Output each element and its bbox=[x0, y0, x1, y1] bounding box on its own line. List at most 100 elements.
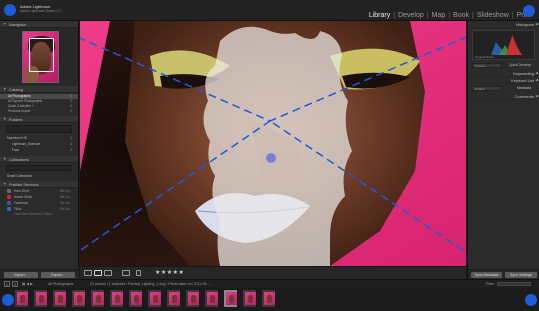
module-slideshow[interactable]: Slideshow bbox=[475, 12, 511, 19]
thumbnail-image bbox=[55, 292, 66, 305]
service-label: Adobe Stock bbox=[14, 195, 33, 199]
keywording-title: Keywording bbox=[513, 71, 534, 76]
thumbnail-image bbox=[264, 292, 275, 305]
thumbnail-image bbox=[207, 292, 218, 305]
filmstrip-thumbnail[interactable] bbox=[204, 289, 219, 308]
identity-plate: Adobe Lightroom Adobe Lightroom Classic … bbox=[0, 0, 539, 21]
people-view-icon[interactable] bbox=[136, 270, 141, 276]
facebook-icon bbox=[7, 201, 11, 205]
filmstrip-thumbnail[interactable] bbox=[90, 289, 105, 308]
compare-view-icon[interactable] bbox=[104, 270, 112, 276]
keyword-list-header[interactable]: Keyword List ◀ bbox=[468, 77, 539, 84]
filmstrip-thumbnail[interactable] bbox=[33, 289, 48, 308]
thumbnail-image bbox=[93, 292, 104, 305]
metadata-title[interactable]: Metadata bbox=[517, 85, 531, 92]
filmstrip-thumbnail[interactable] bbox=[261, 289, 276, 308]
catalog-item-label: Quick Collection + bbox=[8, 104, 34, 108]
portrait-photo[interactable] bbox=[80, 21, 466, 266]
folders-header[interactable]: ▼ Folders bbox=[0, 116, 78, 123]
catalog-header[interactable]: ▼ Catalog bbox=[0, 86, 78, 93]
filmstrip-thumbnail[interactable] bbox=[185, 289, 200, 308]
corner-marker bbox=[525, 294, 537, 306]
find-more-services-link[interactable]: Find More Services Online... bbox=[0, 212, 78, 217]
module-develop[interactable]: Develop bbox=[396, 12, 426, 19]
service-label: Facebook bbox=[14, 201, 28, 205]
quick-develop-row: Custom Quick Develop bbox=[472, 62, 535, 69]
corner-marker bbox=[4, 4, 16, 16]
filmstrip-thumbnail[interactable] bbox=[109, 289, 124, 308]
left-panel-footer: Import... Export... bbox=[0, 269, 79, 279]
corner-marker bbox=[2, 294, 14, 306]
catalog-item-label: All Synced Photographs bbox=[8, 99, 43, 103]
hard-drive-icon bbox=[7, 189, 11, 193]
star-rating[interactable]: ★★★★★ bbox=[155, 269, 184, 277]
filter-select[interactable] bbox=[497, 282, 531, 286]
comments-header[interactable]: Comments ◀ bbox=[468, 93, 539, 100]
thumbnail-image bbox=[36, 292, 47, 305]
histogram[interactable]: Original Photo bbox=[472, 30, 535, 60]
center-point bbox=[266, 153, 276, 163]
loupe-view[interactable] bbox=[80, 21, 466, 266]
collapse-triangle-icon: ▼ bbox=[3, 87, 7, 91]
left-panel: ▼ Navigator ▼ Catalog All Photographs 4 All… bbox=[0, 21, 79, 279]
navigator-header[interactable]: ▼ Navigator bbox=[0, 21, 78, 28]
thumbnail-image bbox=[150, 292, 161, 305]
filmstrip-thumbnail[interactable] bbox=[166, 289, 181, 308]
navigator-view-frame[interactable] bbox=[29, 38, 54, 72]
module-book[interactable]: Book bbox=[451, 12, 471, 19]
brand-subtitle: Adobe Lightroom Classic CC bbox=[20, 9, 61, 13]
filmstrip[interactable] bbox=[0, 287, 539, 311]
histogram-original-label: Original Photo bbox=[475, 55, 495, 59]
filmstrip-thumbnail[interactable] bbox=[71, 289, 86, 308]
catalog-title: Catalog bbox=[9, 87, 23, 92]
publish-services-title: Publish Services bbox=[9, 182, 39, 187]
selection-mask[interactable] bbox=[203, 26, 352, 266]
saved-preset-select[interactable]: Custom bbox=[472, 63, 502, 68]
module-library[interactable]: Library bbox=[367, 12, 392, 19]
navigator-thumbnail[interactable] bbox=[22, 31, 59, 83]
collapse-triangle-icon: ▼ bbox=[3, 182, 7, 186]
service-label: Flickr bbox=[14, 207, 22, 211]
sync-settings-button[interactable]: Sync Settings bbox=[505, 272, 537, 278]
filmstrip-thumbnail[interactable] bbox=[242, 289, 257, 308]
catalog-item-previous-import[interactable]: Previous Import 4 bbox=[0, 109, 78, 114]
histogram-header[interactable]: Histogram ◀ bbox=[468, 21, 539, 28]
filmstrip-thumbnail[interactable] bbox=[223, 289, 238, 308]
filmstrip-thumbnail[interactable] bbox=[52, 289, 67, 308]
thumbnail-image bbox=[74, 292, 85, 305]
histogram-title: Histogram bbox=[515, 22, 534, 27]
collections-filter-box[interactable] bbox=[6, 165, 72, 171]
collapse-triangle-icon: ▼ bbox=[3, 22, 7, 26]
thumbnail-image bbox=[188, 292, 199, 305]
navigator-preview[interactable] bbox=[0, 28, 78, 86]
thumbnail-image bbox=[169, 292, 180, 305]
filmstrip-thumbnail[interactable] bbox=[128, 289, 143, 308]
keywording-header[interactable]: Keywording ◀ bbox=[468, 70, 539, 77]
folder-count: 4 bbox=[70, 148, 72, 152]
collections-header[interactable]: ▼ Collections bbox=[0, 156, 78, 163]
folder-item[interactable]: Face 4 bbox=[0, 147, 78, 153]
quick-develop-title[interactable]: Quick Develop bbox=[509, 62, 531, 69]
module-map[interactable]: Map bbox=[430, 12, 448, 19]
filmstrip-thumbnail[interactable] bbox=[147, 289, 162, 308]
publish-services-header[interactable]: ▼ Publish Services bbox=[0, 181, 78, 188]
folders-filter-box[interactable] bbox=[6, 125, 72, 133]
library-toolbar: ★★★★★ bbox=[80, 266, 466, 279]
catalog-list: All Photographs 4 All Synced Photographs 0… bbox=[0, 93, 78, 116]
comments-title: Comments bbox=[514, 94, 534, 99]
export-button[interactable]: Export... bbox=[41, 272, 75, 278]
thumbnail-image bbox=[131, 292, 142, 305]
grid-view-icon[interactable] bbox=[84, 270, 92, 276]
sync-metadata-button[interactable]: Sync Metadata bbox=[471, 272, 502, 278]
thumbnail-image bbox=[226, 292, 237, 305]
smart-collections[interactable]: Smart Collections bbox=[0, 173, 78, 179]
filmstrip-header: 1 2 ▦ ◀ ▶ All Photographs 23 photos / 1 … bbox=[0, 279, 539, 287]
folders-title: Folders bbox=[9, 117, 23, 122]
thumbnail-image bbox=[112, 292, 123, 305]
collapse-triangle-icon: ◀ bbox=[535, 94, 538, 98]
metadata-preset-select[interactable]: Default bbox=[472, 86, 502, 91]
import-button[interactable]: Import... bbox=[4, 272, 38, 278]
loupe-view-icon[interactable] bbox=[94, 270, 102, 276]
filmstrip-thumbnail[interactable] bbox=[14, 289, 29, 308]
survey-view-icon[interactable] bbox=[122, 270, 130, 276]
